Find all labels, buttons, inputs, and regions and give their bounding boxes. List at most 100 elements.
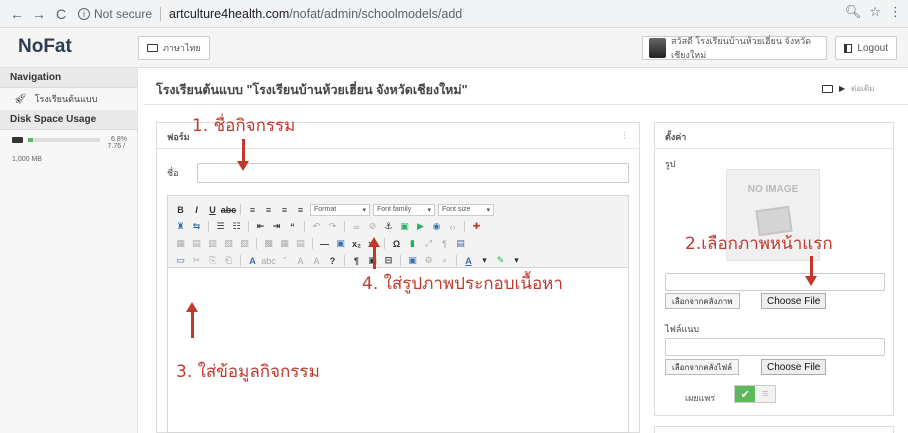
table-merge-icon[interactable]: ▨ <box>238 238 251 250</box>
text-shadow-icon[interactable]: A <box>294 255 307 267</box>
divider <box>464 221 465 232</box>
format-select[interactable]: Format ▾ <box>310 203 370 216</box>
divider <box>400 255 401 266</box>
help-icon[interactable]: ? <box>326 255 339 267</box>
table-delete-icon[interactable]: ▧ <box>222 238 235 250</box>
divider <box>240 255 241 266</box>
security-text: Not secure <box>94 6 153 21</box>
star-icon[interactable]: ☆ <box>869 4 881 20</box>
unlink-icon[interactable]: ⊘ <box>366 221 379 233</box>
align-justify-icon[interactable]: ≡ <box>294 204 307 216</box>
monitor-icon <box>822 84 833 93</box>
toolbar-row-2: ♜ ⇆ ☰ ☷ ⇤ ⇥ “ ↶ ↷ ∞ ⊘ ⚓ ▣ ▶ ◉ ‹› ✚ <box>174 219 622 234</box>
cite-icon[interactable]: ˝ <box>278 255 291 267</box>
code-icon[interactable]: ▤ <box>454 238 467 250</box>
horizontal-rule-icon[interactable]: — <box>318 238 331 250</box>
bullet-list-icon[interactable]: ☰ <box>214 221 227 233</box>
emoticon-icon[interactable]: ✚ <box>470 221 483 233</box>
redo-icon[interactable]: ↷ <box>326 221 339 233</box>
subscript-icon[interactable]: x₂ <box>350 238 363 250</box>
find-icon[interactable]: ♜ <box>174 221 187 233</box>
table-split-icon[interactable]: ▩ <box>262 238 275 250</box>
sidebar: Navigation 🚀︎ โรงเรียนต้นแบบ Disk Space … <box>0 68 138 433</box>
align-center-icon[interactable]: ≡ <box>262 204 275 216</box>
copy-icon[interactable]: ⎘ <box>206 255 219 267</box>
ltr-icon[interactable]: ¶ <box>438 238 451 250</box>
outdent-icon[interactable]: ⇤ <box>254 221 267 233</box>
page-break-icon[interactable]: ⊟ <box>382 255 395 267</box>
text-color-icon[interactable]: A <box>462 255 475 267</box>
insert-media-icon[interactable]: ▣ <box>406 255 419 267</box>
logout-button[interactable]: Logout <box>835 36 897 60</box>
background-color-icon[interactable]: ✎ <box>494 255 507 267</box>
name-input[interactable] <box>197 163 629 183</box>
forward-icon[interactable]: → <box>28 3 50 25</box>
language-button[interactable]: ภาษาไทย <box>138 36 210 60</box>
address-bar[interactable]: i Not secure artculture4health.com/nofat… <box>78 3 898 25</box>
menu-icon[interactable]: ⋮ <box>889 4 902 20</box>
annotation-2: 2.เลือกภาพหน้าแรก <box>685 234 833 254</box>
cell-props-icon[interactable]: ▤ <box>294 238 307 250</box>
abbr-icon[interactable]: abc <box>261 255 276 267</box>
breadcrumb-current[interactable]: ต่อเติม <box>851 82 874 95</box>
align-left-icon[interactable]: ≡ <box>246 204 259 216</box>
numbered-list-icon[interactable]: ☷ <box>230 221 243 233</box>
search-replace-icon[interactable]: ⌕ <box>438 255 451 267</box>
align-right-icon[interactable]: ≡ <box>278 204 291 216</box>
chevron-down-icon[interactable]: ▾ <box>478 255 491 267</box>
media-icon[interactable]: ▶ <box>414 221 427 233</box>
font-family-select[interactable]: Font family ▾ <box>373 203 435 216</box>
italic-icon[interactable]: I <box>190 204 203 216</box>
table-col-icon[interactable]: ▥ <box>206 238 219 250</box>
caret-right-icon: ▶ <box>839 84 846 93</box>
table-icon[interactable]: ▦ <box>174 238 187 250</box>
security-indicator[interactable]: i Not secure <box>78 7 152 21</box>
bold-icon[interactable]: B <box>174 204 187 216</box>
settings-icon[interactable]: ⚙ <box>422 255 435 267</box>
reload-icon[interactable]: C <box>50 3 72 25</box>
preview-icon[interactable]: ◉ <box>430 221 443 233</box>
anchor-icon[interactable]: ⚓ <box>382 221 395 233</box>
undo-icon[interactable]: ↶ <box>310 221 323 233</box>
app-header: NoFat ภาษาไทย สวัสดี โรงเรียนบ้านห้วยเฮี… <box>0 28 908 68</box>
replace-icon[interactable]: ⇆ <box>190 221 203 233</box>
choose-attachment-file-button[interactable]: Choose File <box>761 359 827 375</box>
url-text[interactable]: artculture4health.com/nofat/admin/school… <box>169 7 462 21</box>
panel-menu-icon[interactable]: ⋮ <box>620 130 629 141</box>
hard-drive-icon <box>12 136 23 143</box>
fullscreen-icon[interactable]: ⤢ <box>422 238 435 250</box>
browse-file-button[interactable]: เลือกจากคลังไฟล์ <box>665 359 740 375</box>
browse-image-button[interactable]: เลือกจากคลังภาพ <box>665 293 740 309</box>
cut-icon[interactable]: ✂ <box>190 255 203 267</box>
paragraph-icon[interactable]: ¶ <box>350 255 363 267</box>
image-icon[interactable]: ▣ <box>398 221 411 233</box>
chevron-down-icon[interactable]: ▾ <box>510 255 523 267</box>
font-size-select[interactable]: Font size ▾ <box>438 203 494 216</box>
sidebar-item-model-schools[interactable]: 🚀︎ โรงเรียนต้นแบบ <box>0 88 137 110</box>
language-label: ภาษาไทย <box>163 43 201 53</box>
brand-logo[interactable]: NoFat <box>18 36 72 58</box>
insert-image-icon[interactable]: ▣ <box>334 238 347 250</box>
indent-icon[interactable]: ⇥ <box>270 221 283 233</box>
table-props-icon[interactable]: ▦ <box>278 238 291 250</box>
table-row-icon[interactable]: ▤ <box>190 238 203 250</box>
blockquote-icon[interactable]: “ <box>286 221 299 233</box>
user-menu-button[interactable]: สวัสดี โรงเรียนบ้านห้วยเฮี่ยน จังหวัดเชี… <box>642 36 827 60</box>
back-icon[interactable]: ← <box>6 3 28 25</box>
clear-format-icon[interactable]: A <box>310 255 323 267</box>
attachment-path-input[interactable] <box>665 338 885 356</box>
document-icon[interactable]: ▮ <box>406 238 419 250</box>
template-icon[interactable]: ▭ <box>174 255 187 267</box>
zoom-icon[interactable]: 🔍︎ <box>845 4 862 20</box>
link-icon[interactable]: ∞ <box>350 221 363 233</box>
divider <box>456 255 457 266</box>
spellcheck-icon[interactable]: A <box>246 255 259 267</box>
publish-toggle[interactable]: ✔ ≡ <box>734 385 776 403</box>
paste-icon[interactable]: ⎗ <box>222 255 235 267</box>
image-path-input[interactable] <box>665 273 885 291</box>
html-icon[interactable]: ‹› <box>446 221 459 233</box>
underline-icon[interactable]: U <box>206 204 219 216</box>
choose-image-file-button[interactable]: Choose File <box>761 293 827 309</box>
special-char-icon[interactable]: Ω <box>390 238 403 250</box>
strikethrough-icon[interactable]: abc <box>221 204 237 216</box>
